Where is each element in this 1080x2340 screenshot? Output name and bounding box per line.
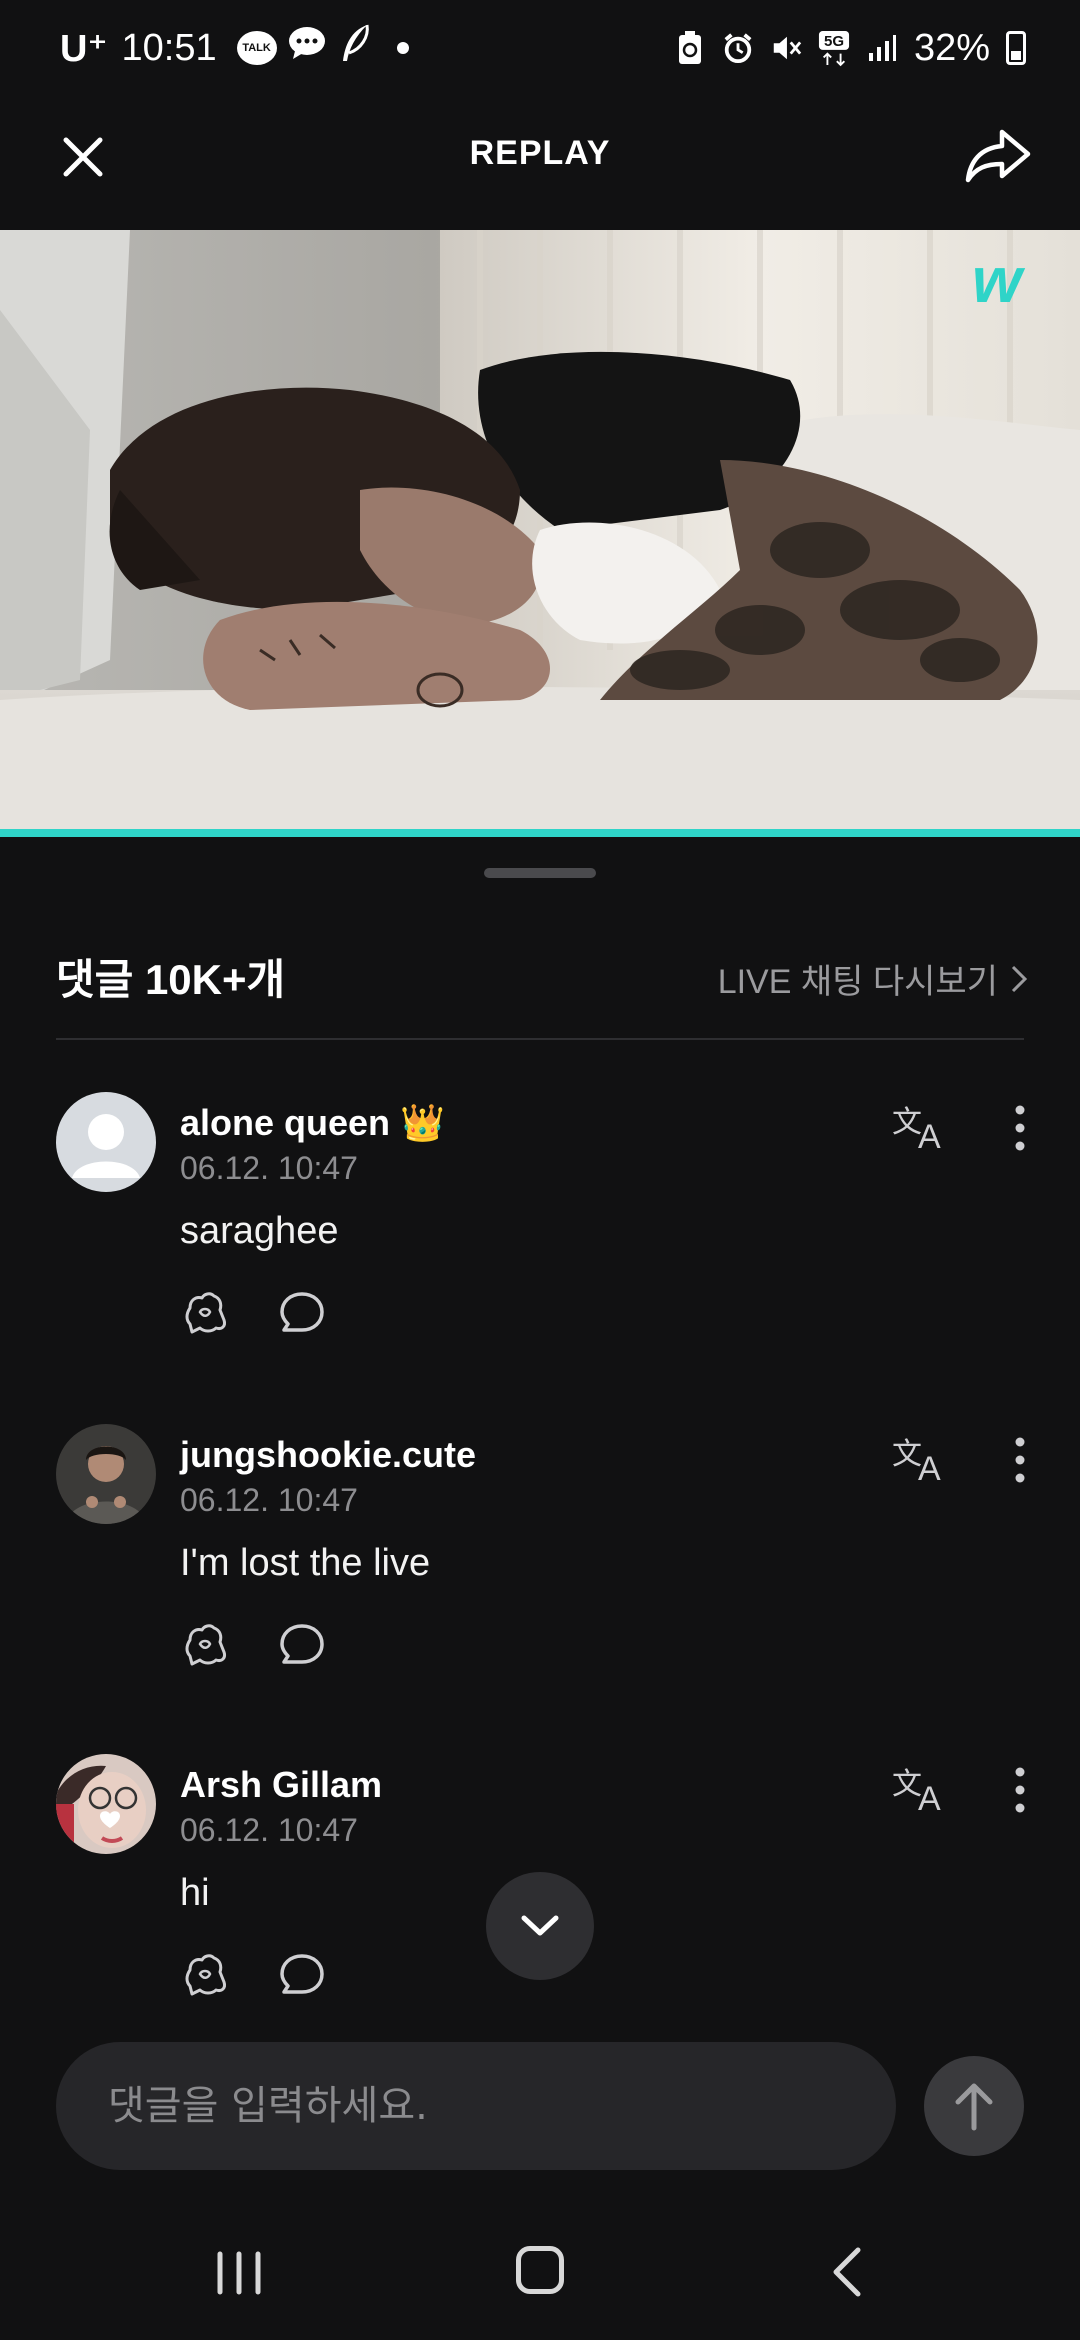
translate-button[interactable]: 文A [890,1096,950,1156]
alarm-icon [722,30,754,66]
scroll-to-bottom-button[interactable] [486,1872,594,1980]
more-options-button[interactable] [1000,1432,1040,1488]
reply-icon [280,1954,324,1994]
recents-icon [217,2251,261,2295]
avatar[interactable] [56,1424,156,1524]
comment-actions [180,1286,328,1338]
replay-screen: U⁺ 10:51 TALK 5G 32% REPLAY w 댓글 10K+개 L… [0,0,1080,2340]
divider [56,1038,1024,1040]
translate-button[interactable]: 文A [890,1758,950,1818]
kakaotalk-icon-label: TALK [242,42,271,54]
notification-icons: TALK [236,23,409,73]
kakaotalk-icon: TALK [236,31,277,65]
svg-text:A: A [918,1780,941,1818]
user-photo-avatar [56,1754,156,1854]
battery-saver-icon [674,30,706,66]
chevron-right-icon [1011,965,1028,992]
comment-username[interactable]: alone queen 👑 [180,1102,445,1144]
more-options-button[interactable] [1000,1762,1040,1818]
comment-username-label: alone queen [180,1102,391,1143]
default-avatar-icon [72,1114,140,1178]
mute-icon [770,30,802,66]
like-button[interactable] [180,1286,232,1338]
like-icon [185,1624,226,1666]
crown-badge-icon: 👑 [400,1102,445,1143]
comment-item: alone queen 👑 06.12. 10:47 saraghee 文A [0,1092,1080,1392]
like-icon [185,1954,226,1996]
like-button[interactable] [180,1618,232,1670]
comment-timestamp: 06.12. 10:47 [180,1150,358,1186]
comment-text: hi [180,1872,210,1914]
comment-timestamp: 06.12. 10:47 [180,1482,358,1518]
reply-icon [280,1292,324,1332]
dot-icon [396,42,409,54]
live-chat-replay-label: LIVE 채팅 다시보기 [717,963,998,1001]
comment-input-container [56,2042,896,2170]
avatar[interactable] [56,1754,156,1854]
avatar[interactable] [56,1092,156,1192]
svg-text:A: A [918,1118,941,1156]
battery-icon [1006,31,1026,65]
comment-timestamp: 06.12. 10:47 [180,1812,358,1848]
video-progress-bar[interactable] [0,829,1080,837]
page-title: REPLAY [469,134,611,172]
arrow-up-icon [955,2083,993,2131]
5g-icon: 5G [818,30,850,67]
message-icon [287,25,327,71]
more-vertical-icon [1015,1767,1025,1813]
user-photo-avatar [56,1424,156,1524]
comment-actions [180,1618,328,1670]
carrier-label: U⁺ [60,27,108,70]
video-player[interactable]: w [0,230,1080,830]
comment-text: I'm lost the live [180,1542,431,1584]
more-vertical-icon [1015,1105,1025,1151]
recents-button[interactable] [214,2250,264,2296]
home-button[interactable] [516,2246,564,2294]
share-button[interactable] [960,118,1036,194]
battery-percentage: 32% [913,26,990,69]
comments-count-title: 댓글 10K+개 [56,956,286,1003]
status-bar-left: U⁺ 10:51 TALK [60,22,409,74]
comment-item: jungshookie.cute 06.12. 10:47 I'm lost t… [0,1424,1080,1724]
translate-icon: 文A [892,1437,941,1488]
video-frame: w [0,230,1080,830]
svg-text:A: A [918,1450,941,1488]
reply-icon [280,1624,324,1664]
live-chat-replay-link[interactable]: LIVE 채팅 다시보기 [718,954,1028,1003]
back-icon [833,2247,861,2297]
translate-button[interactable]: 文A [890,1428,950,1488]
share-icon [965,129,1031,183]
translate-icon: 文A [892,1105,941,1156]
like-button[interactable] [180,1948,232,2000]
drag-handle[interactable] [484,868,596,878]
comment-input[interactable] [56,2042,896,2170]
system-nav-bar [0,2200,1080,2340]
comment-text: saraghee [180,1210,339,1252]
reply-button[interactable] [276,1286,328,1338]
more-options-button[interactable] [1000,1100,1040,1156]
comment-username-label: jungshookie.cute [180,1434,477,1475]
clock: 10:51 [121,26,217,69]
more-vertical-icon [1015,1437,1025,1483]
comment-actions [180,1948,328,2000]
send-button[interactable] [924,2056,1024,2156]
feather-icon [337,23,373,73]
back-button[interactable] [826,2244,866,2300]
signal-icon [866,30,898,66]
reply-button[interactable] [276,1618,328,1670]
reply-button[interactable] [276,1948,328,2000]
svg-text:5G: 5G [824,33,844,50]
weverse-logo: w [972,244,1026,316]
comment-username[interactable]: Arsh Gillam [180,1764,382,1806]
comment-username[interactable]: jungshookie.cute [180,1434,476,1476]
translate-icon: 文A [892,1767,941,1818]
header: REPLAY [0,96,1080,230]
like-icon [185,1292,226,1334]
status-bar: U⁺ 10:51 TALK 5G 32% [0,0,1080,96]
comment-username-label: Arsh Gillam [180,1764,383,1805]
chevron-down-icon [521,1915,559,1936]
status-bar-right: 5G 32% [674,22,1026,74]
